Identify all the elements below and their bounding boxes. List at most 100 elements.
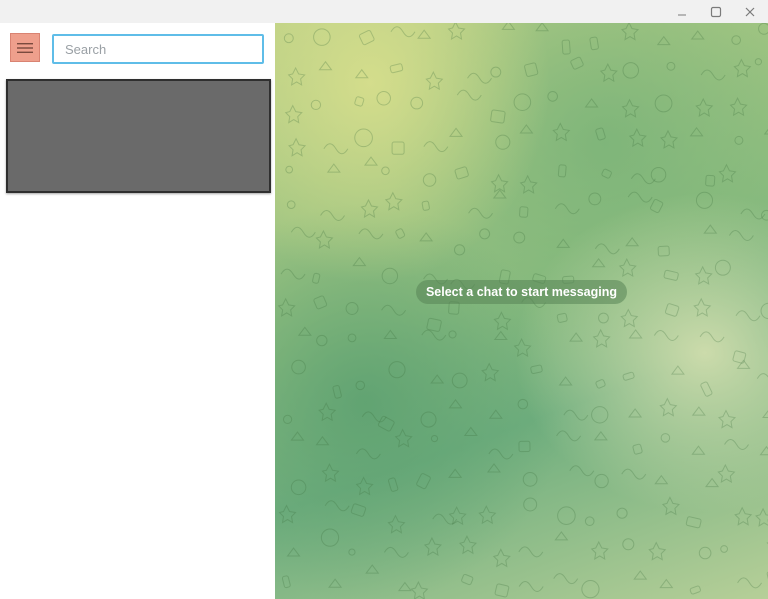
- background-doodle: [358, 228, 384, 240]
- background-doodle: [328, 578, 343, 588]
- background-doodle: [423, 141, 449, 153]
- background-doodle: [421, 329, 447, 341]
- background-doodle: [488, 448, 514, 460]
- redacted-chat-list-item[interactable]: [6, 79, 271, 193]
- background-doodle: [479, 228, 491, 240]
- background-doodle: [448, 468, 463, 478]
- background-doodle: [283, 33, 294, 44]
- background-doodle: [287, 66, 306, 86]
- background-doodle: [449, 127, 464, 137]
- background-doodle: [523, 497, 538, 512]
- background-doodle: [422, 173, 437, 187]
- background-doodle: [720, 545, 728, 553]
- title-bar: [0, 0, 768, 23]
- background-doodle: [689, 585, 701, 595]
- background-doodle: [553, 573, 579, 585]
- background-doodle: [616, 507, 628, 519]
- background-doodle: [519, 206, 529, 218]
- background-doodle: [717, 463, 736, 484]
- background-doodle: [290, 479, 307, 496]
- background-doodle: [569, 465, 595, 477]
- background-doodle: [517, 398, 529, 410]
- background-doodle: [699, 331, 725, 343]
- background-doodle: [650, 166, 667, 183]
- background-doodle: [354, 96, 365, 107]
- background-doodle: [448, 506, 467, 526]
- background-doodle: [556, 430, 582, 442]
- background-doodle: [280, 268, 306, 280]
- main-menu-button[interactable]: [10, 33, 40, 62]
- background-doodle: [563, 409, 589, 421]
- background-doodle: [394, 428, 413, 448]
- background-doodle: [384, 191, 403, 211]
- empty-chat-message: Select a chat to start messaging: [416, 280, 627, 304]
- background-doodle: [387, 477, 399, 492]
- minimize-button[interactable]: [665, 0, 699, 23]
- background-doodle: [354, 68, 369, 79]
- background-doodle: [558, 376, 573, 386]
- background-doodle: [492, 548, 511, 568]
- background-doodle: [376, 91, 391, 106]
- background-doodle: [632, 443, 643, 455]
- background-doodle: [312, 272, 321, 284]
- background-doodle: [495, 134, 511, 150]
- background-doodle: [354, 128, 373, 148]
- background-doodle: [694, 265, 713, 285]
- background-doodle: [350, 503, 367, 517]
- background-doodle: [364, 156, 379, 166]
- chat-area: Select a chat to start messaging: [275, 23, 768, 599]
- background-doodle: [729, 97, 748, 117]
- background-doodle: [756, 373, 768, 379]
- background-doodle: [556, 312, 568, 323]
- background-doodle: [286, 200, 296, 210]
- background-doodle: [621, 468, 647, 480]
- background-doodle: [326, 163, 341, 173]
- background-doodle: [594, 473, 609, 489]
- background-doodle: [315, 229, 334, 249]
- background-doodle: [705, 174, 716, 187]
- background-doodle: [383, 329, 398, 340]
- background-doodle: [347, 333, 357, 343]
- background-doodle: [318, 402, 337, 422]
- close-button[interactable]: [733, 0, 767, 23]
- background-doodle: [282, 414, 293, 425]
- background-doodle: [622, 538, 635, 551]
- chat-list-sidebar: [0, 23, 275, 599]
- search-input[interactable]: [52, 34, 264, 64]
- minimize-icon: [678, 14, 686, 15]
- background-doodle: [595, 379, 606, 389]
- background-doodle: [693, 297, 712, 317]
- background-doodle: [423, 536, 442, 556]
- background-doodle: [454, 166, 469, 180]
- background-doodle: [703, 224, 718, 234]
- background-doodle: [569, 332, 584, 342]
- background-doodle: [593, 430, 608, 441]
- background-doodle: [650, 198, 664, 213]
- background-doodle: [310, 99, 322, 111]
- background-doodle: [277, 297, 296, 317]
- close-icon: [745, 7, 755, 16]
- chat-background-pattern: [277, 23, 768, 599]
- background-doodle: [691, 445, 706, 455]
- background-doodle: [648, 541, 667, 561]
- background-doodle: [734, 135, 744, 145]
- background-doodle: [754, 58, 762, 66]
- background-doodle: [622, 371, 635, 381]
- background-doodle: [448, 399, 463, 409]
- background-doodle: [762, 410, 768, 418]
- background-doodle: [513, 231, 526, 244]
- background-doodle: [355, 476, 374, 496]
- background-doodle: [458, 535, 477, 555]
- background-doodle: [518, 580, 544, 592]
- background-doodle: [595, 127, 606, 141]
- background-doodle: [621, 23, 640, 41]
- background-doodle: [700, 69, 726, 81]
- background-doodle: [656, 35, 671, 46]
- background-doodle: [728, 230, 754, 241]
- background-doodle: [622, 62, 640, 79]
- background-doodle: [733, 58, 752, 78]
- background-doodle: [698, 546, 712, 560]
- background-doodle: [724, 439, 749, 451]
- background-doodle: [584, 98, 599, 108]
- maximize-button[interactable]: [699, 0, 733, 23]
